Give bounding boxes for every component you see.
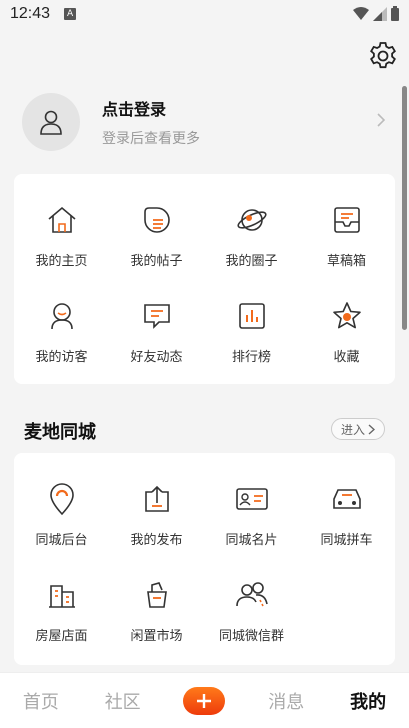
chat-icon xyxy=(143,304,170,329)
menu-item-label: 好友动态 xyxy=(130,350,183,365)
sim-indicator: A xyxy=(64,8,77,20)
settings-button[interactable] xyxy=(367,40,399,72)
tab-mine[interactable]: 我的 xyxy=(327,688,409,714)
menu-item-favorites[interactable]: 收藏 xyxy=(299,296,394,365)
personal-menu-card: 我的主页 我的帖子 我的圈子 草稿箱 我的访客 好友动态 排行榜 收藏 xyxy=(14,174,395,384)
login-title: 点击登录 xyxy=(102,100,167,119)
post-icon xyxy=(143,207,170,233)
gear-icon xyxy=(370,42,396,69)
group-icon xyxy=(235,582,268,607)
local-item-backend[interactable]: 同城后台 xyxy=(14,479,109,548)
local-item-label: 闲置市场 xyxy=(130,629,183,644)
status-time: 12:43 xyxy=(10,5,51,22)
menu-item-friend-feed[interactable]: 好友动态 xyxy=(109,296,204,365)
menu-item-label: 草稿箱 xyxy=(326,254,366,269)
tab-post[interactable] xyxy=(164,686,246,715)
post-button[interactable] xyxy=(183,686,226,715)
plus-icon xyxy=(197,693,212,708)
menu-item-label: 我的帖子 xyxy=(130,254,183,269)
login-subtitle: 登录后查看更多 xyxy=(102,131,200,147)
local-item-second-hand[interactable]: 闲置市场 xyxy=(109,575,204,644)
menu-item-my-posts[interactable]: 我的帖子 xyxy=(109,200,204,269)
local-item-my-publish[interactable]: 我的发布 xyxy=(109,479,204,548)
ranking-icon xyxy=(238,303,265,329)
section-title: 麦地同城 xyxy=(24,422,96,443)
local-item-label: 房屋店面 xyxy=(35,629,88,644)
home-icon xyxy=(47,206,76,233)
enter-button[interactable]: 进入 xyxy=(331,418,385,440)
menu-item-label: 我的主页 xyxy=(35,254,88,269)
menu-item-visitors[interactable]: 我的访客 xyxy=(14,296,109,365)
menu-item-label: 我的访客 xyxy=(35,350,88,365)
building-icon xyxy=(48,585,75,608)
user-icon xyxy=(40,110,62,135)
signal-icon xyxy=(373,6,387,21)
draft-box-icon xyxy=(333,207,360,233)
local-item-label: 同城拼车 xyxy=(320,533,373,548)
bag-icon xyxy=(146,582,167,608)
status-bar: 12:43 A xyxy=(0,0,409,28)
tab-messages[interactable]: 消息 xyxy=(245,688,327,714)
planet-icon xyxy=(236,209,267,231)
scrollbar[interactable] xyxy=(402,86,407,330)
business-card-icon xyxy=(235,488,268,510)
login-row[interactable]: 点击登录 登录后查看更多 xyxy=(22,92,392,152)
local-item-wechat-group[interactable]: 同城微信群 xyxy=(204,575,299,644)
menu-item-my-circles[interactable]: 我的圈子 xyxy=(204,200,299,269)
car-icon xyxy=(332,489,361,509)
local-services-card: 同城后台 我的发布 同城名片 同城拼车 房屋店面 闲置市场 同城微信群 xyxy=(14,453,395,665)
tab-home[interactable]: 首页 xyxy=(0,688,82,714)
visitor-icon xyxy=(50,303,73,330)
local-item-label: 同城微信群 xyxy=(218,629,284,644)
local-item-label: 同城后台 xyxy=(35,533,88,548)
publish-icon xyxy=(144,485,169,512)
location-pin-icon xyxy=(49,483,74,516)
menu-item-ranking[interactable]: 排行榜 xyxy=(204,296,299,365)
local-item-label: 同城名片 xyxy=(225,533,278,548)
local-item-housing[interactable]: 房屋店面 xyxy=(14,575,109,644)
local-item-carpool[interactable]: 同城拼车 xyxy=(299,479,394,548)
wifi-icon xyxy=(353,6,369,20)
menu-item-my-homepage[interactable]: 我的主页 xyxy=(14,200,109,269)
bottom-tab-bar: 首页 社区 消息 我的 xyxy=(0,672,409,728)
chevron-right-icon xyxy=(377,113,386,127)
avatar xyxy=(22,93,80,151)
chevron-right-icon xyxy=(368,423,375,435)
menu-item-label: 收藏 xyxy=(333,350,360,365)
menu-item-label: 排行榜 xyxy=(231,350,271,365)
menu-item-drafts[interactable]: 草稿箱 xyxy=(299,200,394,269)
local-item-business-card[interactable]: 同城名片 xyxy=(204,479,299,548)
tab-community[interactable]: 社区 xyxy=(82,688,164,714)
local-item-label: 我的发布 xyxy=(130,533,183,548)
enter-label: 进入 xyxy=(340,422,365,437)
star-icon xyxy=(332,302,361,329)
menu-item-label: 我的圈子 xyxy=(225,254,278,269)
battery-icon xyxy=(391,6,399,21)
status-icons xyxy=(353,6,399,21)
